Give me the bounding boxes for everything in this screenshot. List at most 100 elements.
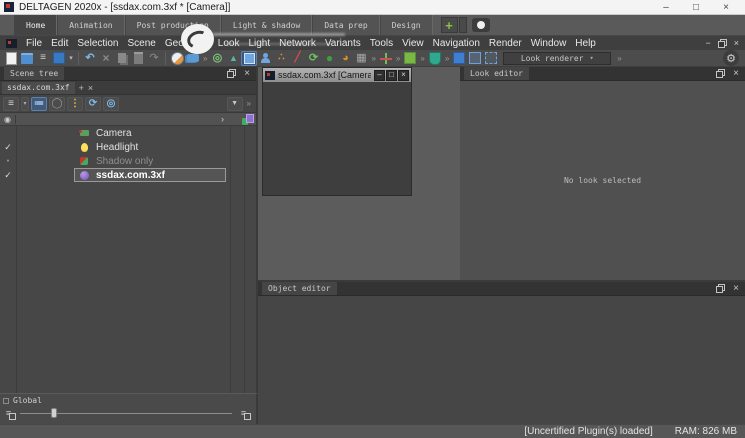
minimize-button[interactable]: – (374, 70, 385, 81)
render-timer-icon[interactable] (169, 51, 185, 66)
search-scene-icon[interactable] (103, 97, 119, 111)
shaded-mode-icon[interactable] (451, 51, 467, 66)
scene-document-tab[interactable]: ssdax.com.3xf (2, 82, 75, 94)
viewport-window-titlebar[interactable]: ssdax.com.3xf [Camera] – □ × (263, 68, 411, 82)
save-dropdown-icon[interactable] (67, 51, 75, 66)
overflow-chevron-icon[interactable]: » (420, 54, 424, 63)
timeline-slider-handle[interactable] (51, 408, 57, 418)
delete-icon[interactable] (98, 51, 114, 66)
hidden-line-mode-icon[interactable] (483, 51, 499, 66)
import-hierarchy-icon[interactable] (35, 51, 51, 66)
scene-tree-title[interactable]: Scene tree (4, 67, 64, 80)
keyframe-list-left-icon[interactable]: ≡ (2, 408, 15, 419)
look-renderer-dropdown[interactable]: Look renderer (503, 52, 611, 65)
visibility-checkbox[interactable]: • (0, 158, 16, 165)
rectangle-select-icon[interactable] (241, 51, 257, 66)
avatar-mode-icon[interactable] (257, 51, 273, 66)
rotate-tool-icon[interactable] (305, 51, 321, 66)
tree-row-headlight[interactable]: ✓ Headlight (0, 140, 256, 154)
mdi-restore-icon[interactable] (718, 39, 727, 48)
mdi-minimize-icon[interactable]: − (705, 38, 710, 48)
viewport-canvas[interactable] (263, 82, 411, 195)
add-tab-dropdown-icon[interactable] (459, 17, 467, 33)
zoom-select-icon[interactable] (209, 51, 225, 66)
analysis-pie-icon[interactable] (337, 51, 353, 66)
maximize-button[interactable]: □ (386, 70, 397, 81)
menu-view[interactable]: View (402, 38, 424, 49)
undo-icon[interactable] (82, 51, 98, 66)
menu-navigation[interactable]: Navigation (433, 38, 480, 49)
overflow-chevron-icon[interactable]: » (247, 99, 251, 108)
filter-funnel-icon[interactable] (227, 97, 243, 111)
tree-menu-icon[interactable] (3, 97, 19, 111)
grid-toggle-icon[interactable] (353, 51, 369, 66)
camera-viewport-window[interactable]: ssdax.com.3xf [Camera] – □ × (262, 67, 412, 196)
ribbon-tab-data-prep[interactable]: Data prep (312, 15, 379, 35)
copy-icon[interactable] (114, 51, 130, 66)
geometry-cube-icon[interactable] (402, 51, 418, 66)
close-panel-icon[interactable]: × (733, 69, 739, 78)
expand-column-icon[interactable] (221, 114, 224, 124)
tree-row-shadow-only[interactable]: • Shadow only (0, 154, 256, 168)
close-panel-icon[interactable]: × (733, 284, 739, 293)
tree-row-camera[interactable]: Camera (0, 126, 256, 140)
sphere-tool-icon[interactable] (321, 51, 337, 66)
paste-icon[interactable] (130, 51, 146, 66)
expand-box-icon[interactable] (3, 398, 9, 404)
wireframe-mode-icon[interactable] (467, 51, 483, 66)
menu-tools[interactable]: Tools (370, 38, 393, 49)
record-pin-button[interactable] (472, 18, 490, 32)
add-tab-button[interactable]: + (441, 17, 458, 33)
ribbon-tab-design[interactable]: Design (380, 15, 433, 35)
open-file-icon[interactable] (19, 51, 35, 66)
tree-view-icon[interactable] (31, 97, 47, 111)
overflow-chevron-icon[interactable]: » (371, 54, 375, 63)
tree-node-label[interactable]: Shadow only (96, 156, 153, 167)
tree-node-label[interactable]: Headlight (96, 142, 138, 153)
redo-icon[interactable] (146, 51, 162, 66)
visibility-eye-icon[interactable] (0, 115, 16, 124)
globe-icon[interactable] (49, 97, 65, 111)
save-icon[interactable] (51, 51, 67, 66)
viewport-area[interactable]: ssdax.com.3xf [Camera] – □ × (258, 67, 460, 280)
ribbon-tab-home[interactable]: Home (14, 15, 57, 35)
menu-file[interactable]: File (26, 38, 42, 49)
settings-gear-icon[interactable] (723, 50, 739, 66)
menu-edit[interactable]: Edit (51, 38, 68, 49)
geometry-material-column-icon[interactable] (242, 114, 254, 125)
menu-selection[interactable]: Selection (77, 38, 118, 49)
object-editor-title[interactable]: Object editor (262, 282, 337, 295)
refresh-icon[interactable] (85, 97, 101, 111)
tree-menu-dropdown-icon[interactable] (21, 97, 29, 111)
tree-row-ssdax[interactable]: ✓ ssdax.com.3xf (0, 168, 256, 182)
add-scene-tab-icon[interactable]: + (79, 83, 84, 93)
float-panel-icon[interactable] (227, 69, 236, 78)
minimize-button[interactable]: – (651, 0, 681, 15)
new-file-icon[interactable] (3, 51, 19, 66)
float-panel-icon[interactable] (716, 284, 725, 293)
mdi-close-icon[interactable]: × (734, 38, 739, 48)
overflow-chevron-icon[interactable]: » (445, 54, 449, 63)
visibility-checkbox[interactable]: ✓ (0, 142, 16, 153)
look-editor-title[interactable]: Look editor (464, 67, 529, 80)
menu-window[interactable]: Window (531, 38, 567, 49)
keyframe-list-right-icon[interactable]: ≡ (237, 408, 250, 419)
menu-scene[interactable]: Scene (128, 38, 156, 49)
close-button[interactable]: × (398, 70, 409, 81)
ribbon-tab-light-shadow[interactable]: Light & shadow (221, 15, 312, 35)
overflow-chevron-icon[interactable]: » (203, 54, 207, 63)
maximize-button[interactable]: □ (681, 0, 711, 15)
overflow-chevron-icon[interactable]: » (617, 54, 621, 63)
menu-render[interactable]: Render (489, 38, 522, 49)
overflow-chevron-icon[interactable]: » (396, 54, 400, 63)
axes-manipulator-icon[interactable] (378, 51, 394, 66)
variant-dots-icon[interactable] (67, 97, 83, 111)
material-shield-icon[interactable] (427, 51, 443, 66)
cone-select-icon[interactable] (225, 51, 241, 66)
close-panel-icon[interactable]: × (244, 69, 250, 78)
close-scene-tab-icon[interactable]: × (88, 83, 93, 93)
float-panel-icon[interactable] (716, 69, 725, 78)
menu-help[interactable]: Help (575, 38, 596, 49)
close-button[interactable]: × (711, 0, 741, 15)
visibility-checkbox[interactable]: ✓ (0, 170, 16, 181)
